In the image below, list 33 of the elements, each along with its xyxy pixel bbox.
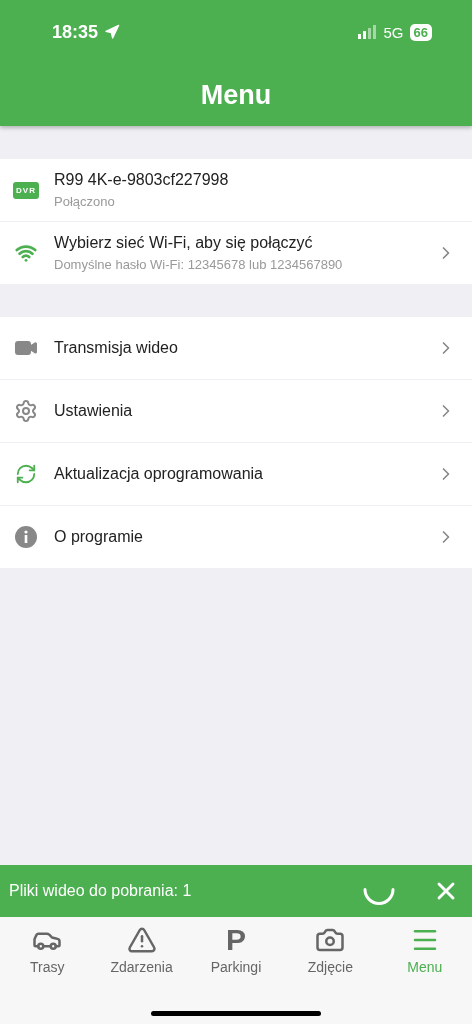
tab-item[interactable]: Trasy: [2, 925, 93, 975]
navigation-row[interactable]: Transmisja wideo: [0, 317, 472, 379]
navigation-row[interactable]: Ustawienia: [0, 380, 472, 442]
tab-item[interactable]: Zdjęcie: [285, 925, 376, 975]
menu-label: Transmisja wideo: [54, 339, 179, 357]
tab-item[interactable]: P Parkingi: [190, 925, 281, 975]
location-icon: [104, 24, 121, 40]
row-title: Wybierz sieć Wi-Fi, aby się połączyć: [54, 234, 314, 252]
page-title: Menu: [199, 79, 273, 112]
wifi-icon: [15, 242, 37, 264]
loading-spinner-icon: [362, 887, 396, 905]
device-row[interactable]: DVR R99 4K-e-9803cf227998 Połączono: [0, 159, 472, 221]
menu-label: O programie: [54, 528, 144, 546]
info-icon: [15, 526, 37, 548]
row-title: R99 4K-e-9803cf227998: [54, 171, 230, 189]
menu-label: Ustawienia: [54, 402, 134, 420]
signal-icon: [357, 25, 378, 39]
menu-label: Aktualizacja oprogramowania: [54, 465, 264, 483]
tab-item[interactable]: Zdarzenia: [96, 925, 187, 975]
navigation-row[interactable]: O programie: [0, 506, 472, 568]
navigation-row[interactable]: Aktualizacja oprogramowania: [0, 443, 472, 505]
settings-icon: [14, 399, 38, 423]
status-time: 18:35: [52, 21, 99, 43]
row-subtitle: Domyślne hasło Wi-Fi: 12345678 lub 1234567890: [54, 257, 344, 272]
warning-icon: [126, 925, 157, 955]
row-subtitle: Połączono: [54, 194, 116, 209]
network-type: 5G: [383, 23, 404, 41]
battery-level: 66: [409, 23, 432, 41]
parking-icon: P: [225, 925, 246, 955]
dvr-badge: DVR: [13, 181, 39, 199]
wifi-row[interactable]: Wybierz sieć Wi-Fi, aby się połączyć Domyślne hasło Wi-Fi: 12345678 lub 1234567890: [0, 222, 472, 284]
refresh-icon: [15, 463, 37, 485]
banner-text: Pliki wideo do pobrania: 1: [9, 882, 193, 900]
